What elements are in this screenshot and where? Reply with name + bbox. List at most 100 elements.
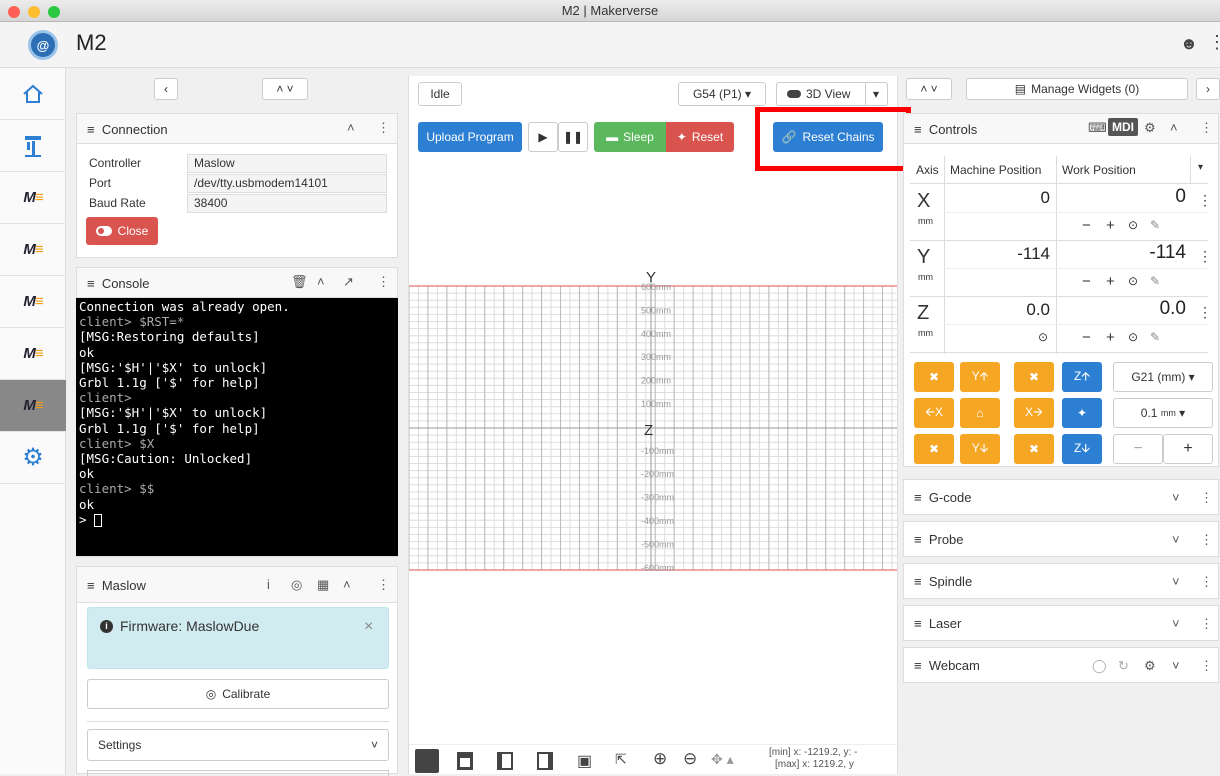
plus-icon[interactable]: + [1106, 217, 1115, 234]
keyboard-icon[interactable]: ⌨ [1088, 120, 1107, 136]
units-select[interactable]: G21 (mm) ▾ [1113, 362, 1213, 392]
plus-icon[interactable]: + [1106, 329, 1115, 346]
settings-dropdown[interactable]: Settings ˅ [87, 729, 389, 761]
zoom-window-button[interactable] [48, 6, 60, 18]
kebab-icon[interactable]: ⋮ [377, 274, 390, 290]
kebab-icon[interactable]: ⋮ [1198, 192, 1212, 209]
nav-m2-4[interactable]: M≡ [0, 328, 66, 380]
minus-icon[interactable]: − [1082, 217, 1091, 234]
spindle-widget[interactable]: ≡ Spindle ˅ ⋮ [903, 563, 1219, 599]
kebab-icon[interactable]: ⋮ [1198, 248, 1212, 265]
jog-y-minus-button[interactable]: Y🡫 [960, 434, 1000, 464]
user-icon[interactable]: ☻ [1180, 34, 1198, 54]
reset-button[interactable]: ✦ Reset [666, 122, 734, 152]
chevron-down-icon[interactable]: ˅ [1172, 616, 1180, 631]
nav-m2-3[interactable]: M≡ [0, 276, 66, 328]
step-select[interactable]: 0.1 mm ▾ [1113, 398, 1213, 428]
set-zero-icon[interactable]: ⊙ [1128, 274, 1138, 288]
view-cube-icon[interactable]: ▣ [577, 751, 592, 771]
probe-widget[interactable]: ≡ Probe ˅ ⋮ [903, 521, 1219, 557]
jog-x-minus-y-minus-button[interactable]: ✖ [914, 434, 954, 464]
jog-x-minus-y-plus-button[interactable]: ✖ [914, 362, 954, 392]
upload-program-button[interactable]: Upload Program [418, 122, 522, 152]
go-origin-button[interactable]: ✦ [1062, 398, 1102, 428]
plus-icon[interactable]: + [1106, 273, 1115, 290]
close-window-button[interactable] [8, 6, 20, 18]
zoom-out-icon[interactable]: ⊖ [683, 749, 697, 769]
move-right-column-buttons[interactable]: ˄ ˅ [906, 78, 952, 100]
kebab-icon[interactable]: ⋮ [1198, 304, 1212, 321]
edit-icon[interactable]: ✎ [1150, 218, 1160, 232]
target-icon[interactable]: ◎ [291, 577, 302, 593]
caret-down-icon[interactable]: ▾ [1198, 162, 1203, 173]
nav-m2-1[interactable]: M≡ [0, 172, 66, 224]
move-widget-buttons[interactable]: ˄ ˅ [262, 78, 308, 100]
jog-z-plus-button[interactable]: Z🡩 [1062, 362, 1102, 392]
console-output[interactable]: Connection was already open. client> $RST… [76, 298, 398, 556]
trash-icon[interactable]: 🗑 [291, 274, 308, 290]
kebab-icon[interactable]: ⋮ [1200, 120, 1213, 136]
gear-icon[interactable]: ⚙ [1144, 120, 1156, 136]
chevron-down-icon[interactable]: ˅ [1172, 532, 1180, 547]
chevron-up-icon[interactable]: ˄ [347, 120, 355, 135]
grid-icon[interactable]: ▦ [317, 577, 329, 593]
chevron-down-icon[interactable]: ˅ [1172, 490, 1180, 505]
close-connection-button[interactable]: Close [86, 217, 158, 245]
pause-button[interactable]: ❚❚ [558, 122, 588, 152]
kebab-icon[interactable]: ⋮ [1200, 490, 1213, 506]
expand-icon[interactable]: ↗ [343, 274, 354, 290]
minus-icon[interactable]: − [1082, 273, 1091, 290]
collapse-right-button[interactable]: › [1196, 78, 1220, 100]
view-front-icon[interactable] [497, 752, 513, 770]
kebab-icon[interactable]: ⋮ [377, 577, 390, 593]
kebab-icon[interactable]: ⋮ [377, 120, 390, 136]
nav-workspace[interactable] [0, 120, 66, 172]
nav-m2-2[interactable]: M≡ [0, 224, 66, 276]
webcam-widget[interactable]: ≡ Webcam ◯ ↻ ⚙ ˅ ⋮ [903, 647, 1219, 683]
work-position-y[interactable]: -114 [1062, 242, 1186, 264]
step-decrease-button[interactable]: − [1113, 434, 1163, 464]
view-left-icon[interactable] [537, 752, 553, 770]
laser-widget[interactable]: ≡ Laser ˅ ⋮ [903, 605, 1219, 641]
zoom-in-icon[interactable]: ⊕ [653, 749, 667, 769]
work-position-x[interactable]: 0 [1062, 186, 1186, 208]
kebab-icon[interactable]: ⋮ [1200, 532, 1213, 548]
toggle-icon[interactable]: ◯ [1092, 658, 1107, 674]
step-increase-button[interactable]: + [1163, 434, 1213, 464]
jog-x-plus-y-minus-button[interactable]: ✖ [1014, 434, 1054, 464]
refresh-icon[interactable]: ↻ [1118, 658, 1129, 674]
play-button[interactable]: ▶ [528, 122, 558, 152]
close-alert-icon[interactable]: × [364, 618, 373, 636]
console-prompt[interactable]: > [79, 512, 395, 527]
mdi-tab[interactable]: MDI [1108, 118, 1138, 136]
jog-x-plus-button[interactable]: X🡪 [1014, 398, 1054, 428]
minus-icon[interactable]: − [1082, 329, 1091, 346]
minimize-window-button[interactable] [28, 6, 40, 18]
gear-icon[interactable]: ⚙ [1144, 658, 1156, 674]
calibrate-button[interactable]: ◎ Calibrate [87, 679, 389, 709]
chevron-up-icon[interactable]: ˄ [317, 274, 325, 289]
chevron-up-icon[interactable]: ˄ [1170, 120, 1178, 135]
nav-settings[interactable]: ⚙ [0, 432, 66, 484]
work-position-z[interactable]: 0.0 [1062, 298, 1186, 320]
edit-icon[interactable]: ✎ [1150, 330, 1160, 344]
chevron-down-icon[interactable]: ˅ [1172, 574, 1180, 589]
jog-x-plus-y-plus-button[interactable]: ✖ [1014, 362, 1054, 392]
go-home-button[interactable]: ⌂ [960, 398, 1000, 428]
view-mode-select[interactable]: 3D View ▾ [776, 82, 888, 106]
kebab-menu-icon[interactable]: ⋮ [1208, 32, 1220, 53]
set-zero-icon[interactable]: ⊙ [1128, 330, 1138, 344]
chevron-up-icon[interactable]: ˄ [343, 577, 351, 592]
set-zero-icon[interactable]: ⊙ [1038, 330, 1048, 344]
jog-y-plus-button[interactable]: Y🡩 [960, 362, 1000, 392]
info-icon[interactable]: i [267, 577, 270, 592]
jog-z-minus-button[interactable]: Z🡫 [1062, 434, 1102, 464]
edit-icon[interactable]: ✎ [1150, 274, 1160, 288]
gcode-widget[interactable]: ≡ G-code ˅ ⋮ [903, 479, 1219, 515]
view-3d-icon[interactable] [415, 749, 439, 773]
collapse-left-button[interactable]: ‹ [154, 78, 178, 100]
kebab-icon[interactable]: ⋮ [1200, 658, 1213, 674]
sleep-button[interactable]: ▬ Sleep [594, 122, 666, 152]
view-top-icon[interactable] [457, 752, 473, 770]
manage-widgets-button[interactable]: ▤ Manage Widgets (0) [966, 78, 1188, 100]
